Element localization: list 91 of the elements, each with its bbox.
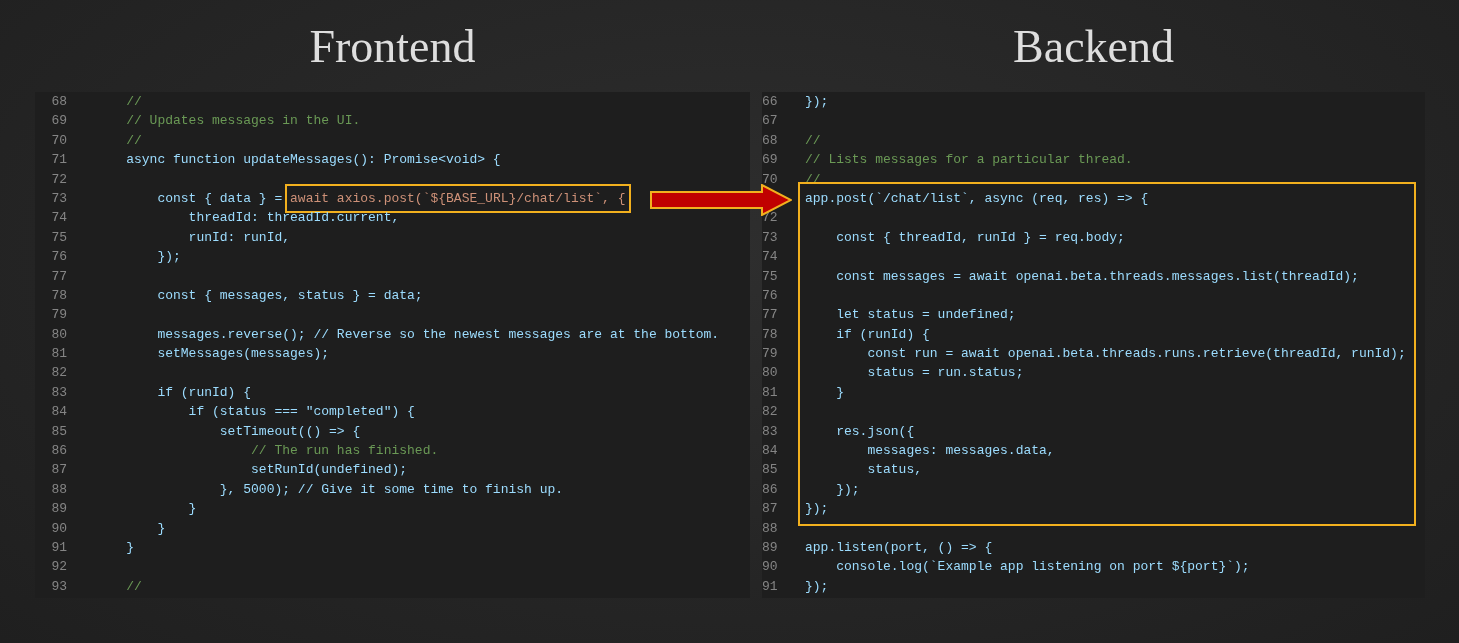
line-number: 89 — [51, 501, 67, 517]
code-line: }, 5000); // Give it some time to finish up. — [218, 480, 564, 499]
line-number: 85 — [762, 462, 778, 478]
line-number: 90 — [762, 559, 778, 575]
code-comment: // — [805, 131, 821, 150]
line-number: 69 — [51, 113, 67, 129]
code-line: console.log(`Example app listening on port ${port}`); — [835, 558, 1250, 577]
line-number: 87 — [51, 462, 67, 478]
code-line: async function updateMessages(): Promise<void> { — [125, 151, 501, 170]
line-number: 77 — [51, 268, 67, 284]
code-line: setMessages(messages); — [156, 345, 330, 364]
line-number: 88 — [762, 520, 778, 536]
line-number: 90 — [51, 520, 67, 536]
line-number: 67 — [762, 113, 778, 129]
code-line: status, — [866, 461, 923, 480]
line-number: 75 — [762, 268, 778, 284]
code-line: app.post(`/chat/list`, async (req, res) => { — [805, 189, 1149, 208]
code-line: messages: messages.data, — [866, 442, 1055, 461]
slide-heading: Frontend — [309, 19, 476, 73]
line-number: 84 — [762, 443, 778, 459]
code-comment: // — [125, 131, 142, 150]
code-comment: // The run has finished. — [250, 442, 439, 461]
line-number: 72 — [51, 171, 67, 187]
line-number: 93 — [51, 578, 67, 594]
line-number: 79 — [51, 307, 67, 323]
slide-heading: Backend — [1013, 19, 1174, 73]
line-number: 89 — [762, 540, 778, 555]
line-number: 75 — [51, 229, 67, 245]
line-number: 78 — [51, 287, 67, 303]
code-line: }); — [835, 480, 860, 499]
line-number: 76 — [51, 249, 67, 265]
line-number: 86 — [51, 443, 67, 459]
line-number: 80 — [51, 326, 67, 342]
line-number: 70 — [51, 132, 67, 148]
line-number: 82 — [762, 404, 778, 420]
line-number: 91 — [51, 540, 67, 555]
line-number: 81 — [762, 384, 778, 400]
line-number: 83 — [51, 384, 67, 400]
code-comment: // Updates messages in the UI. — [125, 112, 361, 131]
code-line: if (runId) { — [156, 383, 252, 402]
code-line: status = run.status; — [866, 364, 1024, 383]
code-line: const { messages, status } = data; — [156, 286, 423, 305]
code-line: res.json({ — [835, 422, 915, 441]
line-number: 84 — [51, 404, 67, 420]
code-comment: // — [125, 93, 142, 111]
code-line: if (runId) { — [835, 325, 930, 344]
line-number: 77 — [762, 307, 778, 323]
code-line: } — [156, 519, 166, 538]
line-number: 73 — [51, 190, 67, 206]
code-line: setTimeout(() => { — [218, 422, 361, 441]
line-number: 81 — [51, 346, 67, 362]
code-line: const { threadId, runId } = req.body; — [835, 228, 1125, 247]
line-number: 88 — [51, 481, 67, 497]
code-line: setRunId(undefined); — [250, 461, 408, 480]
line-number: 86 — [762, 481, 778, 497]
code-line: const messages = await openai.beta.threads.messages.list(threadId); — [835, 267, 1359, 286]
code-line: }); — [805, 93, 829, 111]
line-number: 73 — [762, 229, 778, 245]
code-line: } — [187, 500, 197, 519]
code-line: }); — [805, 577, 829, 596]
code-line: if (status === "completed") { — [187, 403, 415, 422]
code-line: } — [125, 539, 134, 557]
line-number: 91 — [762, 578, 778, 594]
line-number: 71 — [51, 152, 67, 168]
line-number: 74 — [51, 210, 67, 226]
line-number: 76 — [762, 287, 778, 303]
line-number: 82 — [51, 365, 67, 381]
line-number: 79 — [762, 346, 778, 362]
code-line: runId: runId, — [187, 228, 291, 247]
code-line: app.listen(port, () => { — [805, 539, 993, 557]
code-comment: // Lists messages for a particular thread. — [805, 151, 1133, 170]
line-number: 74 — [762, 249, 778, 265]
code-line: const run = await openai.beta.threads.runs.retrieve(threadId, runId); — [866, 345, 1406, 364]
line-number: 83 — [762, 423, 778, 439]
line-number: 68 — [51, 94, 67, 109]
line-number: 80 — [762, 365, 778, 381]
code-line: } — [835, 383, 844, 402]
code-line: }); — [156, 248, 181, 267]
line-number: 87 — [762, 501, 778, 517]
line-number: 78 — [762, 326, 778, 342]
code-line: let status = undefined; — [835, 306, 1016, 325]
line-number: 92 — [51, 559, 67, 575]
code-comment: // — [125, 577, 142, 596]
code-line: }); — [805, 500, 829, 519]
code-line: const { data } = — [156, 189, 284, 208]
line-number: 68 — [762, 132, 778, 148]
line-number: 85 — [51, 423, 67, 439]
line-number: 66 — [762, 94, 778, 109]
line-number: 69 — [762, 152, 778, 168]
line-number: 70 — [762, 171, 778, 187]
code-line: messages.reverse(); // Reverse so the newest messages are at the bottom. — [156, 325, 720, 344]
